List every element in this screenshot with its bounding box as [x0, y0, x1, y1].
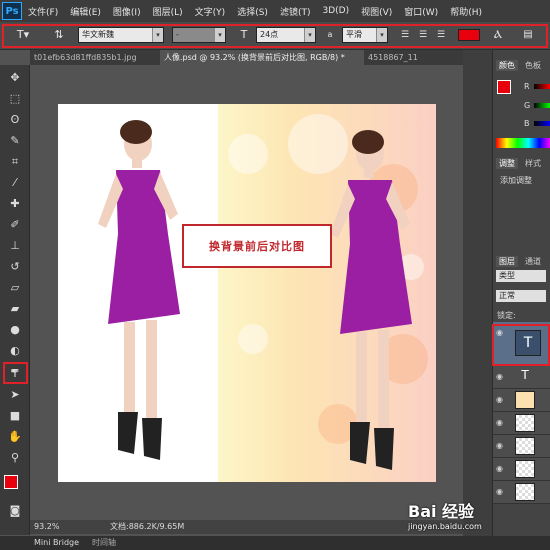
bokeh-circle — [228, 134, 268, 174]
healing-brush-tool-icon[interactable]: ✚ — [6, 196, 24, 212]
menu-3d[interactable]: 3D(D) — [316, 6, 355, 16]
layer-row-text-2[interactable]: ◉ T — [493, 366, 550, 389]
model-figure-original — [98, 120, 180, 460]
menu-select[interactable]: 选择(S) — [231, 5, 274, 18]
tab-timeline[interactable]: 时间轴 — [92, 536, 116, 550]
color-ramp[interactable] — [496, 138, 550, 148]
menu-edit[interactable]: 编辑(E) — [64, 5, 107, 18]
layer-filter-select[interactable]: 类型 — [496, 270, 546, 282]
eye-icon[interactable]: ◉ — [496, 395, 503, 404]
path-select-tool-icon[interactable]: ➤ — [6, 387, 24, 403]
text-layer-thumb-icon: T — [521, 368, 529, 382]
tab-styles[interactable]: 样式 — [522, 158, 544, 169]
menu-layer[interactable]: 图层(L) — [147, 5, 189, 18]
bokeh-circle — [238, 324, 268, 354]
baidu-watermark: Bai 经验 jingyan.baidu.com — [408, 498, 548, 538]
comparison-caption: 换背景前后对比图 — [209, 240, 305, 253]
layer-row-model-2[interactable]: ◉ — [493, 435, 550, 458]
add-adjustment-label: 添加调整 — [500, 176, 532, 185]
eraser-tool-icon[interactable]: ▱ — [6, 280, 24, 296]
tools-panel: ✥ ⬚ ʘ ✎ ⌗ ⁄ ✚ ✐ ⊥ ↺ ▱ ▰ ● ◐ ✒ T ➤ ■ ✋ ⚲ … — [0, 65, 30, 535]
blend-mode-select[interactable]: 正常 — [496, 290, 546, 302]
menu-type[interactable]: 文字(Y) — [189, 5, 232, 18]
status-bar: 93.2% 文档:886.2K/9.65M — [30, 520, 463, 534]
lock-label: 锁定: — [497, 311, 516, 320]
layer-thumbnail — [515, 437, 535, 455]
document-tabs: t01efb63d81ffd835b1.jpg 人像.psd @ 93.2% (… — [30, 50, 463, 65]
menu-filter[interactable]: 滤镜(T) — [274, 5, 317, 18]
tab-layers[interactable]: 图层 — [496, 256, 518, 267]
b-slider[interactable] — [534, 121, 550, 126]
options-bar-highlight — [2, 24, 548, 48]
b-label: B — [524, 119, 530, 128]
photoshop-logo: Ps — [2, 2, 22, 20]
menu-file[interactable]: 文件(F) — [22, 5, 64, 18]
hand-tool-icon[interactable]: ✋ — [6, 429, 24, 445]
text-tool-highlight — [3, 362, 28, 384]
quick-select-tool-icon[interactable]: ✎ — [6, 133, 24, 149]
active-layer-highlight — [492, 324, 550, 366]
tab-adjustments[interactable]: 调整 — [496, 158, 518, 169]
panel-fg-swatch[interactable] — [497, 80, 511, 94]
baidu-brand: Bai 经验 — [408, 502, 475, 521]
crop-tool-icon[interactable]: ⌗ — [6, 154, 24, 170]
tab-doc-3[interactable]: 4518867_11 — [364, 50, 467, 65]
model-figure-new-bg — [330, 130, 412, 470]
menu-image[interactable]: 图像(I) — [107, 5, 147, 18]
brush-tool-icon[interactable]: ✐ — [6, 217, 24, 233]
zoom-level[interactable]: 93.2% — [34, 520, 59, 534]
bottom-panel-tabs: Mini Bridge 时间轴 — [0, 536, 550, 550]
marquee-tool-icon[interactable]: ⬚ — [6, 91, 24, 107]
eye-icon[interactable]: ◉ — [496, 418, 503, 427]
tab-color[interactable]: 颜色 — [496, 60, 518, 71]
eyedropper-tool-icon[interactable]: ⁄ — [6, 175, 24, 191]
blur-tool-icon[interactable]: ● — [6, 322, 24, 338]
rectangle-tool-icon[interactable]: ■ — [6, 408, 24, 424]
layer-row-bg[interactable]: ◉ — [493, 389, 550, 412]
quick-mask-icon[interactable]: ◙ — [6, 503, 24, 519]
menu-help[interactable]: 帮助(H) — [444, 5, 488, 18]
baidu-url: jingyan.baidu.com — [408, 522, 482, 531]
layer-thumbnail — [515, 391, 535, 409]
eye-icon[interactable]: ◉ — [496, 487, 503, 496]
history-brush-tool-icon[interactable]: ↺ — [6, 259, 24, 275]
tab-channels[interactable]: 通道 — [522, 256, 544, 267]
tab-doc-2[interactable]: 人像.psd @ 93.2% (换背景前后对比图, RGB/8) * — [160, 50, 364, 65]
menu-view[interactable]: 视图(V) — [355, 5, 398, 18]
eye-icon[interactable]: ◉ — [496, 441, 503, 450]
layer-row-3[interactable]: ◉ — [493, 458, 550, 481]
layer-row-model[interactable]: ◉ — [493, 412, 550, 435]
move-tool-icon[interactable]: ✥ — [6, 70, 24, 86]
eye-icon[interactable]: ◉ — [496, 372, 503, 381]
layer-thumbnail — [515, 460, 535, 478]
lasso-tool-icon[interactable]: ʘ — [6, 112, 24, 128]
clone-stamp-tool-icon[interactable]: ⊥ — [6, 238, 24, 254]
g-slider[interactable] — [534, 103, 550, 108]
dodge-tool-icon[interactable]: ◐ — [6, 343, 24, 359]
document-canvas[interactable]: 换背景前后对比图 — [58, 104, 436, 482]
tab-swatches[interactable]: 色板 — [522, 60, 544, 71]
tab-mini-bridge[interactable]: Mini Bridge — [34, 536, 79, 550]
r-label: R — [524, 82, 530, 91]
menu-window[interactable]: 窗口(W) — [398, 5, 444, 18]
zoom-tool-icon[interactable]: ⚲ — [6, 450, 24, 466]
doc-size: 文档:886.2K/9.65M — [110, 522, 185, 531]
g-label: G — [524, 101, 531, 110]
comparison-caption-box[interactable]: 换背景前后对比图 — [182, 224, 332, 268]
tab-doc-1[interactable]: t01efb63d81ffd835b1.jpg — [30, 50, 162, 65]
panel-icon-strip — [463, 50, 493, 536]
gradient-tool-icon[interactable]: ▰ — [6, 301, 24, 317]
layer-thumbnail — [515, 414, 535, 432]
foreground-color-swatch[interactable] — [4, 475, 18, 489]
r-slider[interactable] — [534, 84, 550, 89]
menu-bar: Ps 文件(F) 编辑(E) 图像(I) 图层(L) 文字(Y) 选择(S) 滤… — [0, 0, 550, 22]
eye-icon[interactable]: ◉ — [496, 464, 503, 473]
